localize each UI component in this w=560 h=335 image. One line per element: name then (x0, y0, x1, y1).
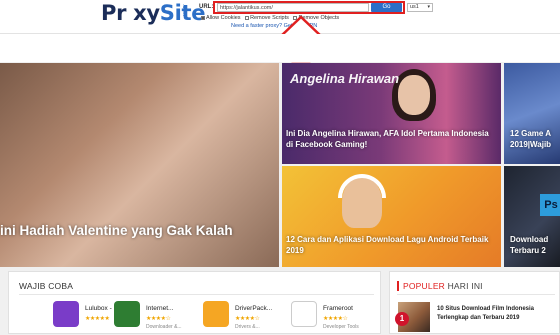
wajib-coba-title: WAJIB COBA (19, 281, 74, 291)
rating-stars: ★★★★★ (85, 316, 110, 322)
populer-title: POPULER HARI INI (403, 281, 483, 291)
photoshop-icon: Ps (540, 194, 560, 216)
chevron-down-icon: ▾ (427, 4, 430, 10)
rating-stars: ★★★★☆ (235, 316, 260, 322)
lulubox-icon (53, 301, 79, 327)
featured-c-title: 12 Cara dan Aplikasi Download Lagu Andro… (286, 235, 489, 255)
featured-article-c[interactable]: 12 Cara dan Aplikasi Download Lagu Andro… (282, 166, 501, 267)
go-button[interactable]: Go (371, 3, 402, 12)
featured-b-title: 12 Game A 2019|Wajib (510, 129, 552, 149)
featured-a-title: Ini Dia Angelina Hirawan, AFA Idol Perta… (286, 129, 489, 149)
featured-main-article[interactable]: ini Hadiah Valentine yang Gak Kalah (0, 63, 279, 267)
server-select[interactable]: us1 ▾ (407, 3, 433, 12)
rank-badge: 1 (395, 312, 409, 326)
option-allow-cookies[interactable]: Allow Cookies (201, 15, 241, 21)
download-manager-icon (114, 301, 140, 327)
site-header-strip (0, 34, 560, 62)
featured-d-title: Download Terbaru 2 (510, 235, 549, 255)
url-label: URL: (199, 4, 214, 10)
url-input[interactable]: https://jalantikus.com/ (217, 3, 369, 12)
app-name: Internet... (146, 305, 174, 312)
app-name: Frameroot (323, 305, 353, 312)
app-name: DriverPack... (235, 305, 273, 312)
featured-article-d[interactable]: Ps Download Terbaru 2 (504, 166, 560, 267)
featured-main-title: ini Hadiah Valentine yang Gak Kalah (0, 223, 233, 238)
section-accent-bar (397, 281, 399, 291)
app-category: Drivers &... (235, 324, 260, 330)
featured-a-banner-text: Angelina Hirawan (290, 71, 400, 86)
featured-article-b[interactable]: 12 Game A 2019|Wajib (504, 63, 560, 164)
divider (19, 294, 374, 295)
checkbox-checked-icon (201, 15, 205, 20)
rating-stars: ★★★★☆ (323, 316, 348, 322)
featured-article-a[interactable]: Angelina Hirawan Ini Dia Angelina Hirawa… (282, 63, 501, 164)
app-category: Downloader &... (146, 324, 182, 330)
driverpack-icon (203, 301, 229, 327)
proxysite-logo[interactable]: Pr xySite (101, 1, 206, 25)
frameroot-icon (291, 301, 317, 327)
headphones-icon (338, 174, 386, 198)
divider (397, 294, 555, 295)
app-category: Developer Tools (323, 324, 359, 330)
checkbox-icon (245, 15, 250, 20)
proxysite-logo-com: .com (181, 4, 187, 17)
rating-stars: ★★★★☆ (146, 316, 171, 322)
person-face (398, 75, 430, 115)
popular-article-title[interactable]: 10 Situs Download Film Indonesia Terleng… (437, 305, 547, 322)
